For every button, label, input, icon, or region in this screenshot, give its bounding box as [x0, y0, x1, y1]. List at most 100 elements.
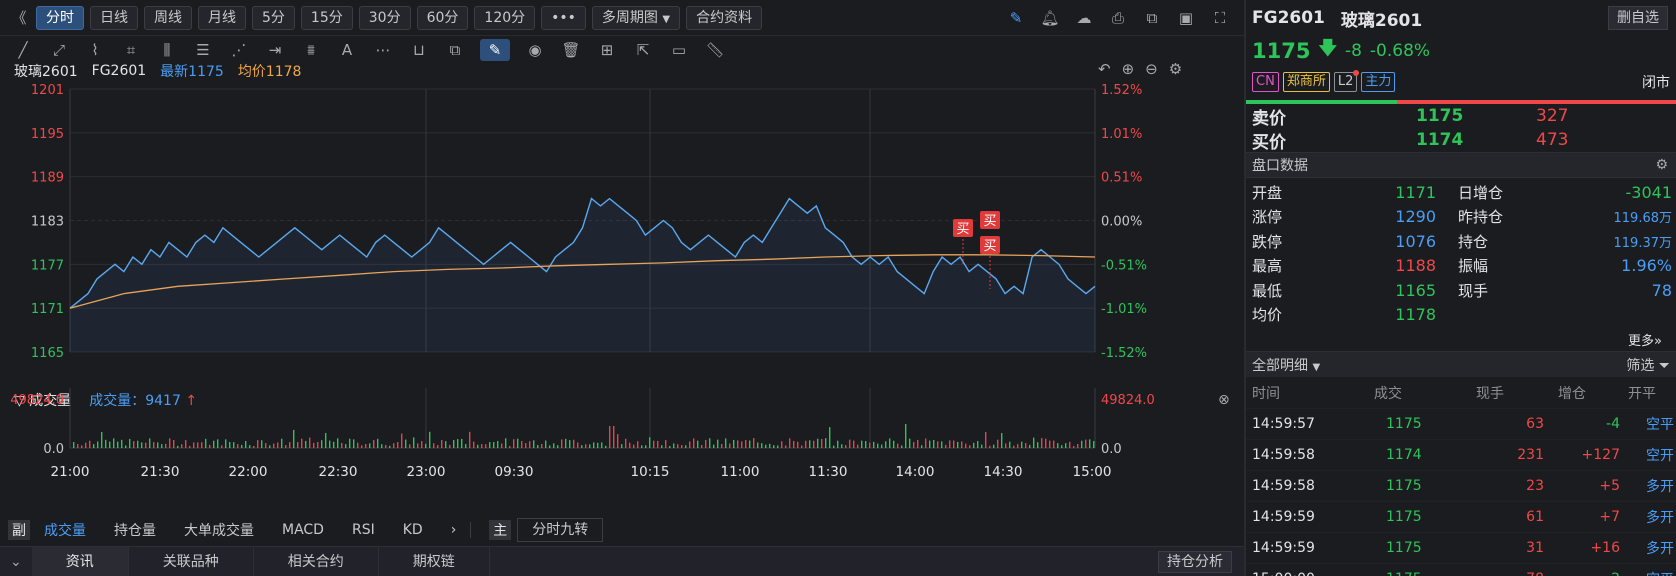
- magnet-icon[interactable]: ⊔: [408, 39, 430, 61]
- line-tool-icon[interactable]: ╱: [12, 39, 34, 61]
- period-tab-monthly[interactable]: 月线: [198, 5, 246, 30]
- table-row[interactable]: 15:00:00117578-2 空平: [1246, 564, 1676, 576]
- period-tab-60min[interactable]: 60分: [416, 5, 469, 30]
- undo-icon[interactable]: ↶: [1098, 60, 1111, 78]
- tab-related-contracts[interactable]: 相关合约: [254, 546, 379, 576]
- indicator-open-interest[interactable]: 持仓量: [100, 520, 170, 540]
- volume-bar: [341, 442, 343, 448]
- comment-icon[interactable]: ▭: [668, 39, 690, 61]
- pct-tick-label: 0.51%: [1101, 171, 1142, 186]
- volume-bar: [325, 433, 327, 448]
- quote-settings-icon[interactable]: ⚙: [1655, 157, 1668, 173]
- collapse-bottom-icon[interactable]: ⌄: [0, 554, 32, 570]
- fan-tool-icon[interactable]: ⋰: [228, 39, 250, 61]
- quote-value-2: 119.37万: [1613, 235, 1673, 251]
- tab-related-products[interactable]: 关联品种: [129, 546, 254, 576]
- grid-icon[interactable]: ⊞: [596, 39, 618, 61]
- volume-bar: [625, 438, 627, 448]
- indicator-nine-turn[interactable]: 分时九转: [517, 518, 604, 542]
- fullscreen-icon[interactable]: ⛶: [1209, 6, 1231, 30]
- period-tab-15min[interactable]: 15分: [300, 5, 353, 30]
- table-row[interactable]: 14:59:59 1175 31 +16 多开: [1246, 533, 1676, 564]
- more-tools-icon[interactable]: ⋯: [372, 39, 394, 61]
- zoom-out-icon[interactable]: ⊖: [1145, 60, 1158, 78]
- detail-qty: 63: [1526, 416, 1544, 432]
- parallel-tool-icon[interactable]: ⫼: [156, 39, 178, 61]
- volume-bar: [317, 441, 319, 448]
- table-row[interactable]: 14:59:59 1175 61 +7 多开: [1246, 502, 1676, 533]
- price-chart[interactable]: 1201 1195 1189 1183 1177 1171 1165 1.52% 1.01% 0…: [0, 84, 1244, 384]
- detail-header-row: 时间 成交 现手 增仓 开平: [1246, 377, 1676, 409]
- detail-title[interactable]: 全部明细 ▼: [1252, 355, 1320, 375]
- measure-tool-icon[interactable]: ⇥: [264, 39, 286, 61]
- tag-main: 主力: [1361, 72, 1396, 92]
- export-icon[interactable]: ⇱: [632, 39, 654, 61]
- table-row[interactable]: 14:59:58 1174 231 +127 空开: [1246, 440, 1676, 471]
- indicator-macd[interactable]: MACD: [268, 522, 338, 538]
- layers-icon[interactable]: ⧉: [444, 39, 466, 61]
- volume-bar: [313, 442, 315, 448]
- bid-label: 买价: [1252, 132, 1286, 153]
- position-analysis-button[interactable]: 持仓分析: [1158, 550, 1232, 573]
- fib-tool-icon[interactable]: ☰: [192, 39, 214, 61]
- text-tool-icon[interactable]: A: [336, 39, 358, 61]
- volume-bar: [965, 443, 967, 448]
- detail-price: 1174: [1386, 447, 1422, 463]
- pen-icon[interactable]: ✎: [1005, 6, 1027, 30]
- cloud-icon[interactable]: ☁: [1073, 6, 1095, 30]
- volume-bar: [141, 442, 143, 448]
- indicator-kd[interactable]: KD: [389, 522, 437, 538]
- draw-pen-icon[interactable]: ✎: [480, 39, 510, 61]
- gann-tool-icon[interactable]: ⩩: [300, 39, 322, 61]
- ruler-icon[interactable]: 📏︎: [704, 39, 726, 61]
- contract-info-button[interactable]: 合约资料: [686, 5, 763, 30]
- volume-bar: [197, 442, 199, 448]
- monitor-icon[interactable]: ▣: [1175, 6, 1197, 30]
- copy-icon[interactable]: ⧉: [1141, 6, 1163, 30]
- table-row[interactable]: 14:59:58 1175 23 +5 多开: [1246, 471, 1676, 502]
- bottom-tabs: ⌄ 资讯 关联品种 相关合约 期权链 持仓分析: [0, 546, 1244, 576]
- period-tab-weekly[interactable]: 周线: [144, 5, 192, 30]
- zoom-in-icon[interactable]: ⊕: [1122, 60, 1135, 78]
- close-volume-icon[interactable]: ⊗: [1218, 392, 1230, 408]
- tab-news[interactable]: 资讯: [31, 546, 129, 576]
- volume-chart[interactable]: 49824.0 0.0 49824.0 0.0 21:00 21:30 22:00 22:3…: [0, 384, 1244, 524]
- bell-icon[interactable]: 🔔︎: [1039, 6, 1061, 30]
- period-tab-daily[interactable]: 日线: [90, 5, 138, 30]
- indicator-next-icon[interactable]: ›: [437, 522, 472, 538]
- ray-tool-icon[interactable]: ⤢: [48, 39, 70, 61]
- volume-bar: [321, 440, 323, 448]
- trash-icon[interactable]: 🗑︎: [560, 39, 582, 61]
- period-tab-30min[interactable]: 30分: [358, 5, 411, 30]
- volume-bar: [633, 444, 635, 448]
- volume-bar: [397, 442, 399, 448]
- volume-bar: [981, 444, 983, 448]
- eye-icon[interactable]: ◉: [524, 39, 546, 61]
- camera-icon[interactable]: ⎙: [1107, 6, 1129, 30]
- filter-button[interactable]: 筛选 ⏷: [1626, 355, 1670, 375]
- indicator-large-volume[interactable]: 大单成交量: [170, 520, 268, 540]
- table-row[interactable]: 14:59:57 1175 63 -4 空平: [1246, 409, 1676, 440]
- remove-watch-button[interactable]: 删自选: [1608, 6, 1668, 30]
- tab-option-chain[interactable]: 期权链: [379, 546, 490, 576]
- collapse-left-icon[interactable]: 《: [8, 6, 30, 30]
- volume-bar: [209, 444, 211, 448]
- crop-tool-icon[interactable]: ⌗: [120, 39, 142, 61]
- polyline-tool-icon[interactable]: ⌇: [84, 39, 106, 61]
- indicator-rsi[interactable]: RSI: [338, 522, 389, 538]
- volume-bar: [1021, 441, 1023, 448]
- volume-bar: [221, 445, 223, 448]
- settings-icon[interactable]: ⚙: [1169, 60, 1182, 78]
- period-tab-5min[interactable]: 5分: [252, 5, 295, 30]
- period-tab-120min[interactable]: 120分: [474, 5, 536, 30]
- period-tab-fenshi[interactable]: 分时: [36, 5, 84, 30]
- x-tick-label: 23:00: [407, 464, 446, 480]
- more-periods-button[interactable]: •••: [541, 5, 586, 30]
- more-link[interactable]: 更多»: [1628, 330, 1662, 349]
- detail-delta: +7: [1599, 509, 1620, 525]
- volume-bar: [145, 442, 147, 448]
- indicator-volume[interactable]: 成交量: [30, 520, 100, 540]
- volume-bar: [557, 445, 559, 448]
- multi-period-dropdown[interactable]: 多周期图 ▼: [591, 5, 681, 30]
- panel-price: 1175: [1252, 39, 1311, 63]
